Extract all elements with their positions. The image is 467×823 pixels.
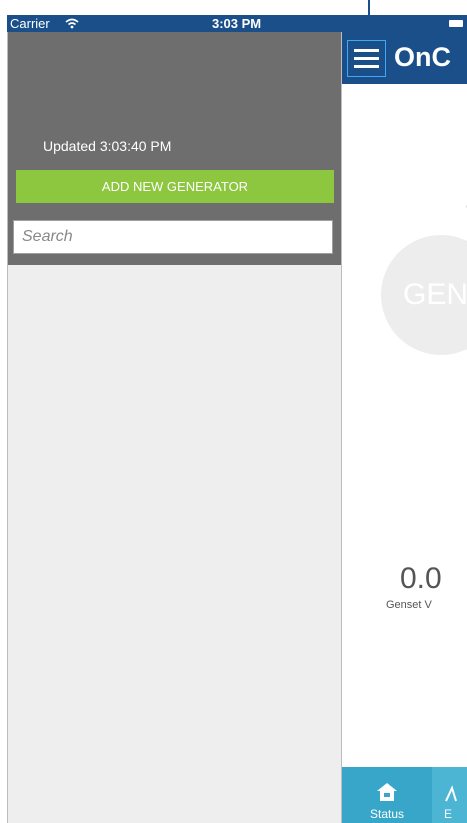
carrier-label: Carrier xyxy=(10,16,50,31)
hamburger-icon-bar xyxy=(354,65,379,68)
genset-value: 0.0 xyxy=(400,562,442,595)
app-header: OnC xyxy=(342,32,467,84)
status-bar: Carrier 3:03 PM xyxy=(7,15,467,32)
battery-icon xyxy=(449,20,463,27)
generator-status-circle[interactable]: GEN xyxy=(381,235,467,355)
tab-events-label: E xyxy=(444,807,453,821)
brand-title: OnC xyxy=(394,42,451,72)
genset-label: Genset V xyxy=(386,599,432,611)
last-updated-label: Updated 3:03:40 PM xyxy=(43,138,172,154)
main-content: C GEN 0.0 Genset V xyxy=(342,84,467,767)
status-time: 3:03 PM xyxy=(212,16,262,31)
annotation-callout-line xyxy=(368,0,370,16)
tab-status[interactable]: Status xyxy=(342,767,432,823)
navigation-drawer: Updated 3:03:40 PM ADD NEW GENERATOR xyxy=(7,32,342,823)
home-icon xyxy=(376,782,398,807)
generator-circle-label: GEN xyxy=(403,278,467,311)
tab-status-label: Status xyxy=(369,807,405,821)
tab-events[interactable]: E xyxy=(432,767,467,823)
hamburger-icon-bar xyxy=(354,49,379,52)
hamburger-menu-button[interactable] xyxy=(347,40,386,77)
search-bar xyxy=(8,212,341,265)
add-new-generator-button[interactable]: ADD NEW GENERATOR xyxy=(16,170,334,203)
search-input[interactable] xyxy=(13,220,333,254)
drawer-header: Updated 3:03:40 PM ADD NEW GENERATOR xyxy=(8,32,341,212)
hamburger-icon-bar xyxy=(354,57,379,60)
tab-bar: Status E xyxy=(342,767,467,823)
wifi-icon xyxy=(65,17,79,32)
events-icon xyxy=(444,782,458,807)
